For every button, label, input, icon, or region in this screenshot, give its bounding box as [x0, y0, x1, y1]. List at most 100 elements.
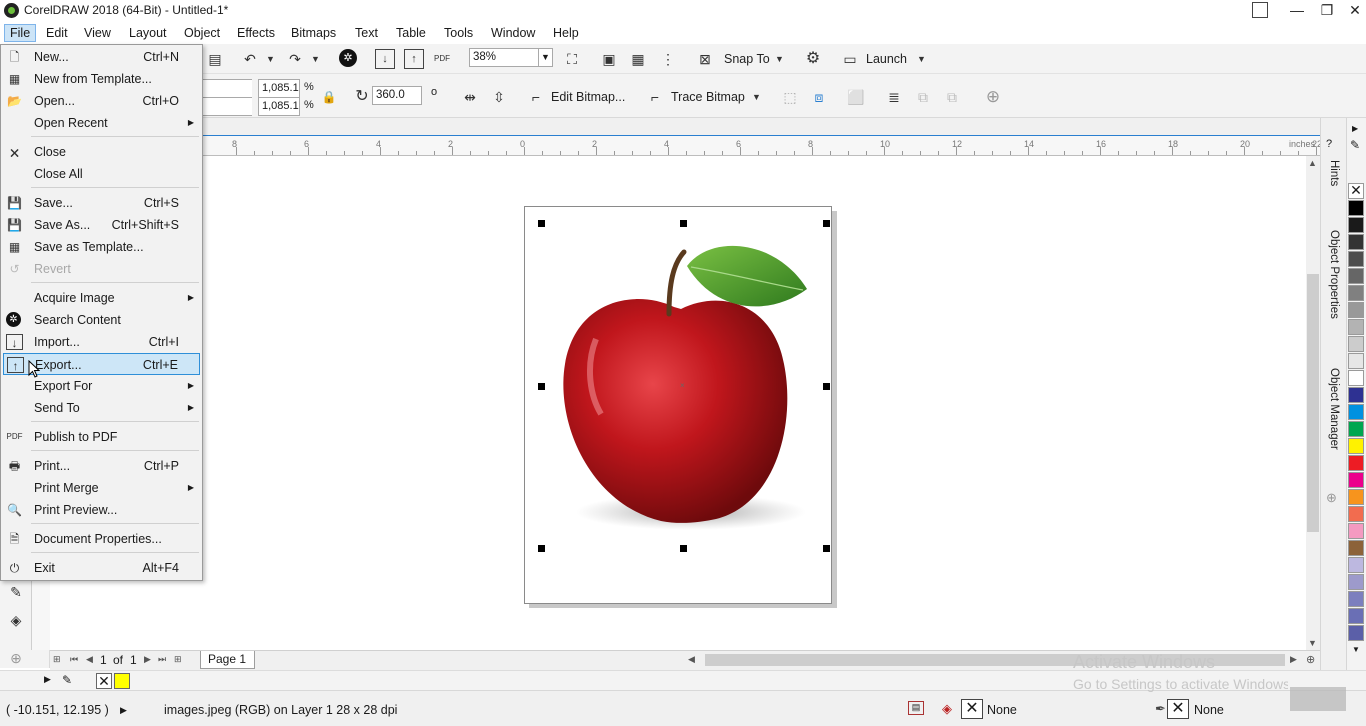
menu-text[interactable]: Text [350, 24, 383, 42]
palette-eyedropper-icon-2[interactable]: ✎ [1350, 138, 1360, 152]
palette-swatch-white[interactable] [1348, 370, 1364, 386]
menu-help[interactable]: Help [548, 24, 584, 42]
minimize-button[interactable]: — [1280, 0, 1314, 22]
scale-x-field[interactable]: 1,085.1 [258, 79, 300, 98]
prev-page-icon[interactable]: ◀ [86, 654, 93, 665]
undo-dropdown-icon[interactable]: ▼ [266, 54, 275, 64]
selection-handle-tl[interactable] [538, 220, 545, 227]
options-gear-icon[interactable]: ⚙ [803, 49, 823, 69]
snap-to-label[interactable]: Snap To [724, 52, 770, 66]
import-icon[interactable]: ↓ [375, 49, 395, 69]
palette-swatch-gray-50[interactable] [1348, 285, 1364, 301]
menu-layout[interactable]: Layout [124, 24, 172, 42]
crop-bitmap-icon[interactable]: ⬚ [780, 87, 800, 107]
hints-docker-icon[interactable]: ? [1326, 138, 1332, 150]
selection-handle-bc[interactable] [680, 545, 687, 552]
palette-swatch-gray-90[interactable] [1348, 217, 1364, 233]
palette-swatch-pink[interactable] [1348, 523, 1364, 539]
paste-icon[interactable]: ▤ [205, 49, 225, 69]
menu-item-print-merge[interactable]: Print Merge ▶ [3, 477, 200, 499]
menu-item-print-preview[interactable]: 🔍 Print Preview... [3, 499, 200, 521]
menu-item-search-content[interactable]: ✲ Search Content [3, 309, 200, 331]
show-rulers-icon[interactable]: ▣ [599, 49, 619, 69]
palette-swatch-lilac[interactable] [1348, 574, 1364, 590]
launch-dropdown-icon[interactable]: ▼ [917, 54, 926, 64]
palette-swatch-yellow[interactable] [1348, 438, 1364, 454]
redo-icon[interactable]: ↷ [285, 49, 305, 69]
palette-swatch-salmon[interactable] [1348, 506, 1364, 522]
selection-handle-mr[interactable] [823, 383, 830, 390]
vertical-scrollbar[interactable]: ▲ ▼ [1306, 156, 1320, 650]
selection-handle-br[interactable] [823, 545, 830, 552]
fill-none-swatch[interactable]: ✕ [961, 699, 983, 719]
scroll-up-icon[interactable]: ▲ [1308, 158, 1317, 168]
hints-docker-tab[interactable]: Hints [1328, 160, 1340, 186]
menu-item-send-to[interactable]: Send To ▶ [3, 397, 200, 419]
menu-table[interactable]: Table [391, 24, 431, 42]
palette-swatch-gray-40[interactable] [1348, 302, 1364, 318]
edit-bitmap-icon[interactable]: ⌐ [526, 87, 546, 107]
menu-effects[interactable]: Effects [232, 24, 280, 42]
show-grid-icon[interactable]: ▦ [628, 49, 648, 69]
object-manager-docker-tab[interactable]: Object Manager [1328, 368, 1340, 450]
to-front-icon[interactable]: ⧉ [913, 87, 933, 107]
menu-item-save-as-template[interactable]: ▦ Save as Template... [3, 236, 200, 258]
wrap-text-icon[interactable]: ≣ [884, 87, 904, 107]
menu-bitmaps[interactable]: Bitmaps [286, 24, 341, 42]
menu-item-print[interactable]: 🖶 Print... Ctrl+P [3, 455, 200, 477]
scroll-left-icon[interactable]: ◀ [688, 654, 695, 665]
show-guidelines-icon[interactable]: ⋮ [658, 49, 678, 69]
snap-to-dropdown-icon[interactable]: ▼ [775, 54, 784, 64]
menu-edit[interactable]: Edit [41, 24, 73, 42]
color-proof-icon[interactable]: ▤ [908, 701, 924, 715]
object-size-field-2[interactable] [202, 97, 252, 116]
launch-icon[interactable]: ▭ [840, 49, 860, 69]
lock-ratio-icon[interactable]: 🔒 [319, 87, 339, 107]
outline-pen-icon[interactable]: ✒ [1155, 701, 1166, 717]
redo-dropdown-icon[interactable]: ▼ [311, 54, 320, 64]
fill-bucket-icon[interactable]: ◈ [942, 701, 952, 717]
to-back-icon[interactable]: ⧉ [942, 87, 962, 107]
palette-swatch-magenta[interactable] [1348, 472, 1364, 488]
interactive-fill-tool-icon[interactable]: ◈ [6, 610, 26, 630]
menu-item-new[interactable]: 🗋 New... Ctrl+N [3, 46, 200, 68]
zoom-navigator-icon[interactable]: ⊕ [1306, 653, 1315, 666]
menu-item-acquire-image[interactable]: Acquire Image ▶ [3, 287, 200, 309]
add-page-before-icon[interactable]: ⊞ [53, 654, 61, 665]
palette-swatch-navy[interactable] [1348, 387, 1364, 403]
snap-off-icon[interactable]: ⊠ [695, 49, 715, 69]
eyedropper-tool-icon[interactable]: ✎ [6, 582, 26, 602]
horizontal-ruler[interactable]: 8 6 4 2 0 2 4 6 8 10 12 14 16 18 20 22 inches [200, 136, 1353, 156]
palette-scroll-down-icon[interactable]: ▼ [1352, 645, 1360, 654]
swatch-none[interactable]: ✕ [96, 673, 112, 689]
palette-swatch-black[interactable] [1348, 200, 1364, 216]
scroll-down-icon[interactable]: ▼ [1308, 638, 1317, 648]
full-screen-icon[interactable]: ⛶ [562, 49, 582, 69]
palette-swatch-gray-10[interactable] [1348, 353, 1364, 369]
menu-item-new-from-template[interactable]: ▦ New from Template... [3, 68, 200, 90]
selection-handle-bl[interactable] [538, 545, 545, 552]
menu-file[interactable]: File [4, 24, 37, 42]
palette-scroll-up-icon[interactable]: ▶ [1352, 124, 1358, 133]
palette-swatch-brown[interactable] [1348, 540, 1364, 556]
undo-icon[interactable]: ↶ [240, 49, 260, 69]
add-toolbar-item-icon[interactable]: ⊕ [983, 87, 1003, 107]
first-page-icon[interactable]: ⏮ [70, 654, 78, 665]
menu-window[interactable]: Window [486, 24, 540, 42]
palette-swatch-gray-20[interactable] [1348, 336, 1364, 352]
menu-item-save-as[interactable]: 💾 Save As... Ctrl+Shift+S [3, 214, 200, 236]
export-icon[interactable]: ↑ [404, 49, 424, 69]
menu-object[interactable]: Object [179, 24, 225, 42]
menu-item-close[interactable]: 🗙 Close [3, 141, 200, 163]
palette-swatch-gray-30[interactable] [1348, 319, 1364, 335]
zoom-dropdown-icon[interactable]: ▼ [538, 48, 553, 67]
palette-swatch-orange[interactable] [1348, 489, 1364, 505]
trace-bitmap-dropdown-icon[interactable]: ▼ [752, 92, 761, 102]
next-page-icon[interactable]: ▶ [144, 654, 151, 665]
edit-bitmap-button[interactable]: Edit Bitmap... [551, 90, 625, 104]
selection-handle-ml[interactable] [538, 383, 545, 390]
menu-item-close-all[interactable]: Close All [3, 163, 200, 185]
selection-handle-tr[interactable] [823, 220, 830, 227]
scale-y-field[interactable]: 1,085.1 [258, 97, 300, 116]
add-page-after-icon[interactable]: ⊞ [174, 654, 182, 665]
